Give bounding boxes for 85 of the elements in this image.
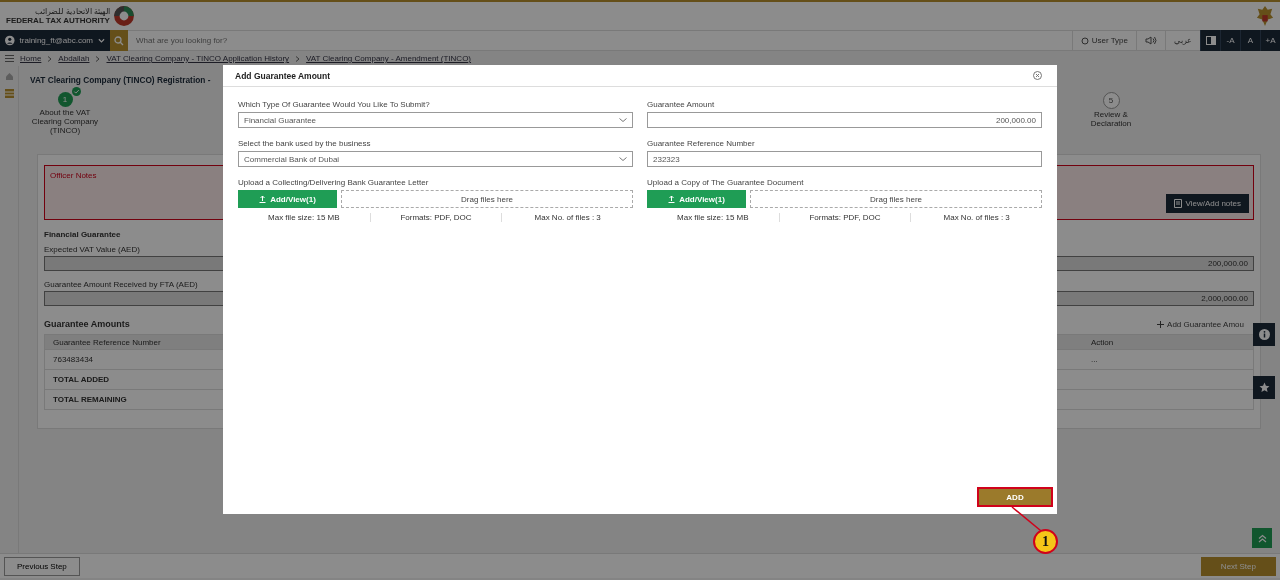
field-label: Guarantee Reference Number <box>647 139 756 148</box>
upload-icon <box>259 195 267 203</box>
step-marker[interactable]: 1 <box>57 92 73 107</box>
table-cell-text: TOTAL ADDED <box>52 375 111 384</box>
chevron-down-icon <box>619 117 627 123</box>
breadcrumb-link[interactable]: Abdallah <box>58 54 90 63</box>
officer-notes-title: Officer Notes <box>50 171 97 180</box>
modal-title: Add Guarantee Amount <box>235 70 331 81</box>
favorite-button[interactable] <box>1253 376 1275 399</box>
breadcrumb-link[interactable]: VAT Clearing Company - Amendment (TINCO) <box>306 54 472 63</box>
logo-arabic-text: الهيئة الاتحادية للضرائب <box>35 7 110 16</box>
upload-hint: Formats: PDF, DOC <box>778 213 911 222</box>
upload-hint: Max file size: 15 MB <box>267 213 341 222</box>
upload-icon <box>668 195 676 203</box>
user-type-button[interactable]: User Type <box>1071 30 1136 51</box>
speaker-button[interactable] <box>1136 30 1165 51</box>
view-notes-button[interactable]: View/Add notes <box>1165 194 1249 213</box>
field-label: Upload a Collecting/Delivering Bank Guarantee Letter <box>238 178 430 187</box>
menu-icon[interactable] <box>5 55 14 62</box>
input-field[interactable]: 200,000.00 <box>647 112 1042 128</box>
add-view-button[interactable]: Add/View(1) <box>238 190 337 208</box>
speaker-icon <box>1145 36 1157 45</box>
star-icon <box>1258 382 1270 393</box>
home-icon[interactable] <box>4 72 14 81</box>
contrast-button[interactable] <box>1200 30 1220 51</box>
callout-number: 1 <box>1033 529 1058 554</box>
add-view-button[interactable]: Add/View(1) <box>647 190 746 208</box>
page-title: VAT Clearing Company (TINCO) Registration - <box>30 75 211 85</box>
chevron-right-icon <box>95 55 101 62</box>
contrast-icon <box>1205 36 1216 45</box>
logo-ring-icon <box>112 5 135 27</box>
plus-icon <box>1157 320 1165 328</box>
file-drop-zone[interactable]: Drag files here <box>341 190 633 208</box>
logo-english-text: FEDERAL TAX AUTHORITY <box>6 16 110 25</box>
font-size-button[interactable]: -A <box>1220 30 1240 51</box>
step-label: Review & Declaration <box>1089 111 1133 129</box>
add-guarantee-link[interactable]: Add Guarantee Amou <box>1157 319 1244 329</box>
language-button[interactable]: عربي <box>1165 30 1200 51</box>
search-icon <box>114 35 124 46</box>
column-header: Action <box>1090 337 1115 347</box>
emblem-icon <box>1256 5 1274 27</box>
field-label: Which Type Of Guarantee Would You Like To Submit? <box>238 100 431 109</box>
file-drop-zone[interactable]: Drag files here <box>750 190 1042 208</box>
step-label: About the VAT Clearing Company (TINCO) <box>30 109 100 136</box>
section-title: Guarantee Amounts <box>44 319 130 329</box>
breadcrumb-link[interactable]: Home <box>20 54 42 63</box>
field-label: Guarantee Amount Received by FTA (AED) <box>44 280 199 289</box>
upload-hint: Max No. of files : 3 <box>501 213 633 222</box>
search-field[interactable]: What are you looking for? <box>128 30 1072 51</box>
info-icon <box>1258 329 1270 340</box>
font-size-button[interactable]: +A <box>1260 30 1280 51</box>
dropdown-field[interactable]: Commercial Bank of Dubai <box>238 151 633 167</box>
scroll-top-button[interactable] <box>1252 528 1272 548</box>
row-actions-menu[interactable]: ... <box>1083 355 1253 364</box>
column-header: Guarantee Reference Number <box>52 337 162 347</box>
user-icon <box>5 35 15 46</box>
upload-hint: Max file size: 15 MB <box>676 213 750 222</box>
previous-step-button[interactable]: Previous Step <box>4 556 80 576</box>
info-button[interactable] <box>1253 323 1275 346</box>
field-label: Select the bank used by the business <box>238 139 372 148</box>
table-cell-text: TOTAL REMAINING <box>52 395 128 404</box>
breadcrumb-link[interactable]: VAT Clearing Company - TINCO Application History <box>106 54 290 63</box>
font-size-button[interactable]: A <box>1240 30 1260 51</box>
step-marker[interactable]: 5 <box>1102 92 1120 109</box>
input-field[interactable]: 232323 <box>647 151 1042 167</box>
chevron-down-icon <box>98 37 105 44</box>
table-cell-text: 763483434 <box>52 355 95 364</box>
chevron-right-icon <box>295 55 301 62</box>
upload-hint: Formats: PDF, DOC <box>369 213 502 222</box>
field-label: Upload a Copy of The Guarantee Document <box>647 178 805 187</box>
user-menu[interactable]: training_ft@abc.com <box>0 30 110 51</box>
upload-hint: Max No. of files : 3 <box>910 213 1042 222</box>
field-label: Guarantee Amount <box>647 100 716 109</box>
double-chevron-up-icon <box>1257 533 1267 543</box>
chevron-down-icon <box>619 156 627 162</box>
grid-icon[interactable] <box>4 89 14 98</box>
search-button[interactable] <box>110 30 128 51</box>
check-icon <box>71 87 81 96</box>
chevron-right-icon <box>47 55 53 62</box>
dropdown-field[interactable]: Financial Guarantee <box>238 112 633 128</box>
add-button[interactable]: ADD <box>977 487 1053 507</box>
close-icon[interactable] <box>1033 71 1042 80</box>
section-title: Financial Guarantee <box>44 230 122 239</box>
document-icon <box>1173 199 1182 208</box>
field-label: Expected VAT Value (AED) <box>44 245 141 254</box>
